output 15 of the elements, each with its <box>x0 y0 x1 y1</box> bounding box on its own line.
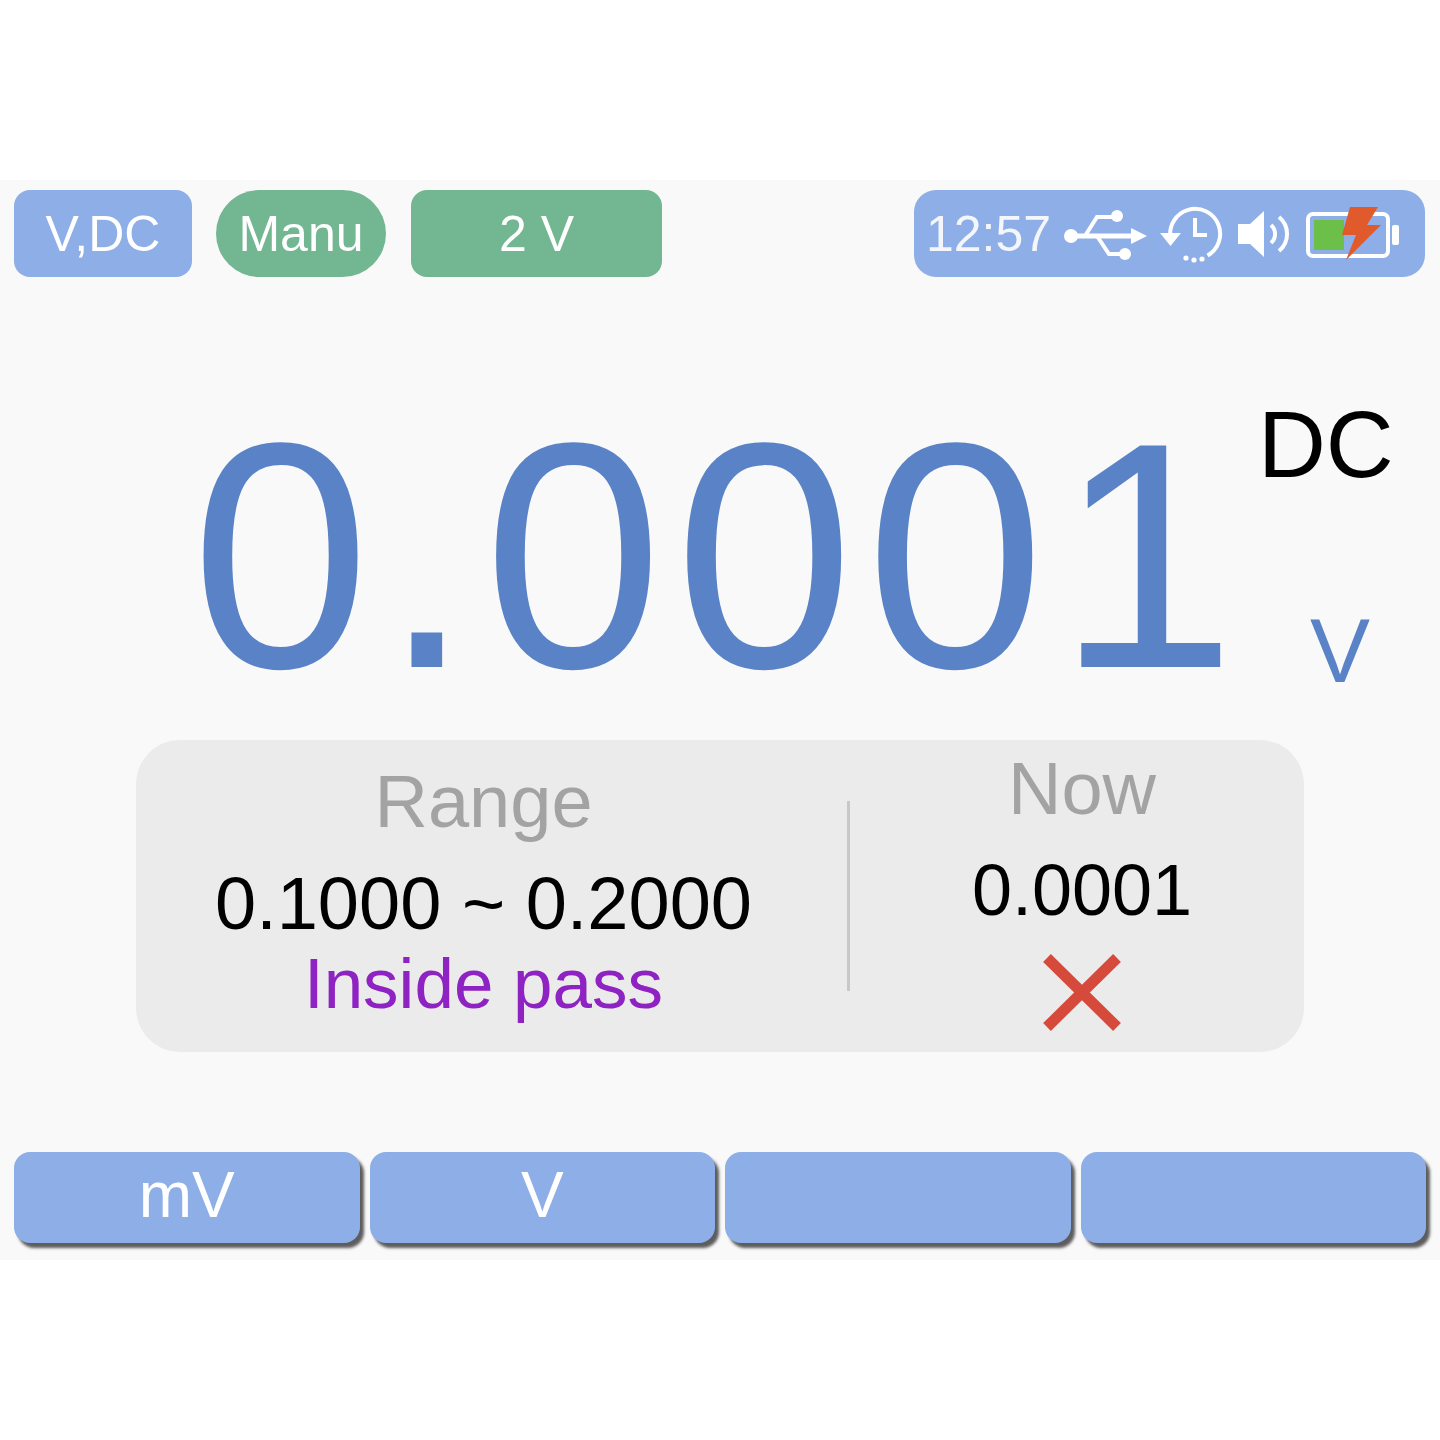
battery-charging-icon <box>1306 206 1401 261</box>
coupling-label: DC <box>1257 398 1394 492</box>
status-tag: V,DC <box>14 190 192 277</box>
reading-value: 0.0001 <box>191 395 1248 717</box>
clock-time: 12:57 <box>926 208 1052 259</box>
unit-label: V <box>1309 606 1370 696</box>
now-heading: Now <box>1007 752 1156 826</box>
now-value: 0.0001 <box>971 854 1193 926</box>
softkey-button[interactable] <box>1080 1152 1426 1243</box>
softkey-button[interactable]: mV <box>14 1152 360 1243</box>
softkey-button[interactable] <box>725 1152 1071 1243</box>
range-value: 0.1000 ~ 0.2000 <box>215 867 752 941</box>
softkey-button[interactable]: V <box>369 1152 715 1243</box>
status-tag: Manu <box>216 190 386 277</box>
status-tag: 2 V <box>411 190 662 277</box>
